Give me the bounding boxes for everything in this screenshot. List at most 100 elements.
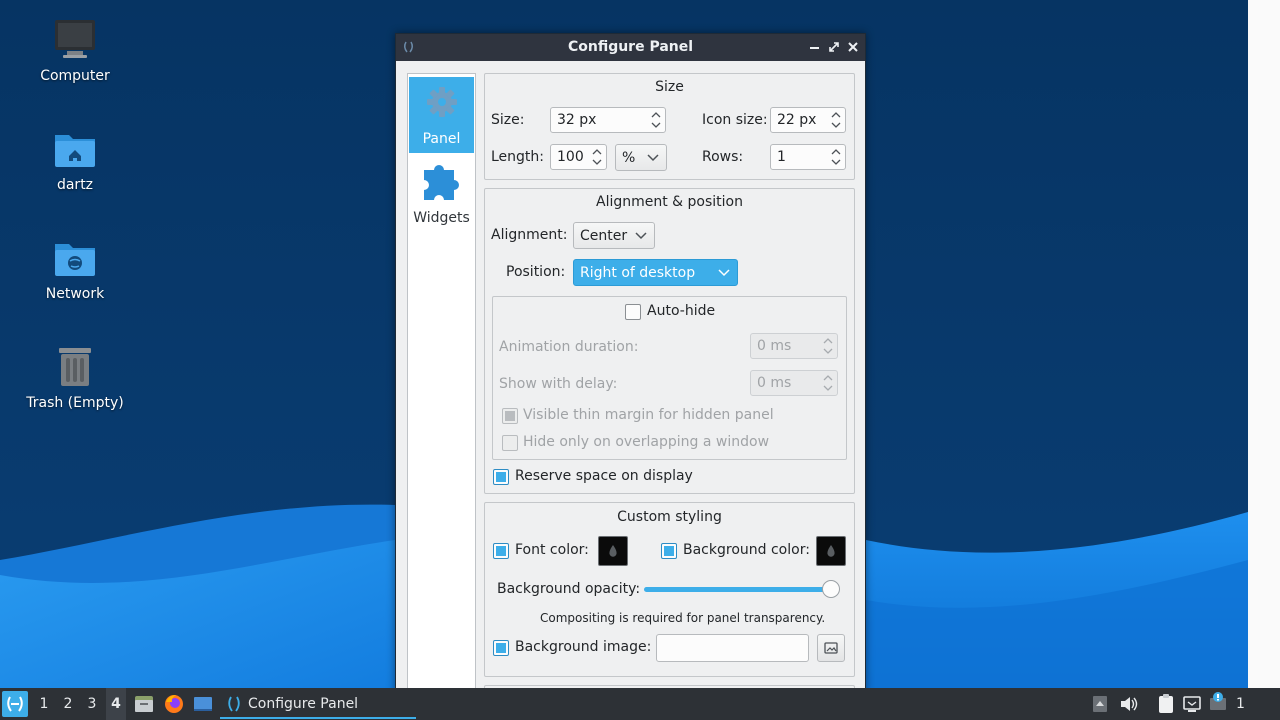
bg-image-browse-button[interactable] — [817, 634, 845, 662]
desktop-icon-computer[interactable]: Computer — [20, 18, 130, 84]
rows-label: Rows: — [702, 149, 744, 165]
network-wired-icon — [1183, 696, 1201, 712]
window-title: Configure Panel — [567, 39, 694, 55]
clipboard-icon — [1159, 694, 1173, 713]
workspace-4-button[interactable]: 4 — [106, 688, 126, 720]
clipboard-button[interactable] — [1155, 688, 1177, 720]
right-panel-strip — [1248, 0, 1280, 688]
sidebar-item-widgets[interactable]: Widgets — [409, 156, 474, 232]
maximize-icon — [829, 42, 839, 52]
autohide-label[interactable]: Auto-hide — [647, 303, 715, 319]
desktop-icon-label: Network — [45, 286, 105, 302]
close-button[interactable] — [844, 38, 862, 56]
spin-arrows-icon[interactable] — [831, 147, 841, 167]
spin-arrows-icon[interactable] — [651, 110, 661, 130]
icon-size-spinbox[interactable]: 22 px — [770, 107, 846, 133]
bg-color-button[interactable] — [816, 536, 846, 566]
alignment-position-group: Alignment & position Alignment: Center P… — [484, 188, 855, 494]
alignment-label: Alignment: — [491, 227, 568, 243]
close-icon — [848, 42, 858, 52]
desktop-icon-label: dartz — [56, 177, 94, 193]
font-color-label[interactable]: Font color: — [515, 542, 589, 558]
category-sidebar: Panel Widgets — [407, 73, 476, 703]
minimize-icon — [810, 47, 819, 49]
size-group: Size Size: 32 px Icon size: 22 px Length… — [484, 73, 855, 180]
animation-duration-label: Animation duration: — [499, 339, 639, 355]
custom-styling-group: Custom styling Font color: Background co… — [484, 502, 855, 677]
position-label: Position: — [506, 264, 566, 280]
sidebar-item-panel[interactable]: Panel — [409, 77, 474, 153]
group-title: Alignment & position — [596, 194, 743, 210]
gear-icon — [418, 77, 466, 125]
network-status-button[interactable] — [1181, 688, 1203, 720]
spin-arrows-icon[interactable] — [831, 110, 841, 130]
show-desktop-button[interactable] — [192, 688, 214, 720]
overlap-label[interactable]: Hide only on overlapping a window — [523, 434, 769, 450]
group-title: Size — [655, 79, 684, 95]
spin-arrows-icon[interactable] — [823, 336, 833, 356]
configure-panel-window: Configure Panel Panel Widgets Size Size:… — [395, 33, 866, 705]
alignment-combo[interactable]: Center — [573, 222, 655, 249]
thin-margin-label[interactable]: Visible thin margin for hidden panel — [523, 407, 774, 423]
desktop-icon-home[interactable]: dartz — [20, 127, 130, 193]
titlebar[interactable]: Configure Panel — [396, 34, 865, 61]
home-folder-icon — [53, 127, 97, 171]
show-delay-spinbox[interactable]: 0 ms — [750, 370, 838, 396]
puzzle-icon — [418, 156, 466, 204]
desktop-icon-trash[interactable]: Trash (Empty) — [20, 345, 130, 411]
main-menu-button[interactable] — [2, 691, 28, 717]
spin-arrows-icon[interactable] — [592, 147, 602, 167]
thin-margin-checkbox[interactable] — [502, 408, 518, 424]
position-combo[interactable]: Right of desktop — [573, 259, 738, 286]
color-drop-icon — [609, 545, 617, 557]
volume-button[interactable] — [1118, 688, 1138, 720]
slider-handle[interactable] — [822, 580, 840, 598]
bg-color-checkbox[interactable] — [661, 543, 677, 559]
bg-image-checkbox[interactable] — [493, 640, 509, 656]
icon-size-label: Icon size: — [702, 112, 768, 128]
firefox-launcher[interactable] — [163, 688, 185, 720]
task-label: Configure Panel — [248, 696, 359, 712]
clock-label[interactable]: 1 — [1236, 688, 1248, 720]
bg-image-label[interactable]: Background image: — [515, 639, 651, 655]
font-color-checkbox[interactable] — [493, 543, 509, 559]
group-title: Custom styling — [617, 509, 722, 525]
rows-spinbox[interactable]: 1 — [770, 144, 846, 170]
bg-opacity-label: Background opacity: — [497, 581, 641, 597]
lxqt-logo-icon — [7, 696, 23, 712]
animation-duration-spinbox[interactable]: 0 ms — [750, 333, 838, 359]
file-manager-icon — [135, 696, 153, 712]
show-delay-label: Show with delay: — [499, 376, 618, 392]
bg-opacity-slider[interactable] — [644, 587, 832, 592]
active-task-indicator — [220, 717, 416, 719]
file-manager-launcher[interactable] — [133, 688, 155, 720]
autohide-checkbox[interactable] — [625, 304, 641, 320]
autohide-group: Auto-hide Animation duration: 0 ms Show … — [492, 296, 847, 460]
workspace-1-button[interactable]: 1 — [34, 688, 54, 720]
compositing-note: Compositing is required for panel transp… — [540, 611, 826, 625]
desktop-icon-label: Trash (Empty) — [26, 395, 124, 411]
reserve-space-label[interactable]: Reserve space on display — [515, 468, 693, 484]
tray-expand-button[interactable] — [1091, 688, 1109, 720]
overlap-checkbox[interactable] — [502, 435, 518, 451]
desktop-icon-network[interactable]: Network — [20, 236, 130, 302]
reserve-space-checkbox[interactable] — [493, 469, 509, 485]
desktop-icon-label: Computer — [40, 68, 110, 84]
computer-icon — [53, 18, 97, 62]
length-spinbox[interactable]: 100 — [550, 144, 607, 170]
notification-button[interactable] — [1207, 688, 1229, 720]
color-drop-icon — [827, 545, 835, 557]
length-unit-combo[interactable]: % — [615, 144, 667, 171]
spin-arrows-icon[interactable] — [823, 373, 833, 393]
speaker-icon — [1121, 697, 1138, 711]
workspace-3-button[interactable]: 3 — [82, 688, 102, 720]
maximize-button[interactable] — [825, 38, 843, 56]
minimize-button[interactable] — [806, 38, 824, 56]
workspace-2-button[interactable]: 2 — [58, 688, 78, 720]
size-spinbox[interactable]: 32 px — [550, 107, 666, 133]
bg-image-path-field[interactable] — [656, 634, 809, 662]
sidebar-item-label: Widgets — [413, 210, 470, 226]
font-color-button[interactable] — [598, 536, 628, 566]
bg-color-label[interactable]: Background color: — [683, 542, 810, 558]
taskbar-task-configure-panel[interactable]: Configure Panel — [220, 688, 416, 720]
